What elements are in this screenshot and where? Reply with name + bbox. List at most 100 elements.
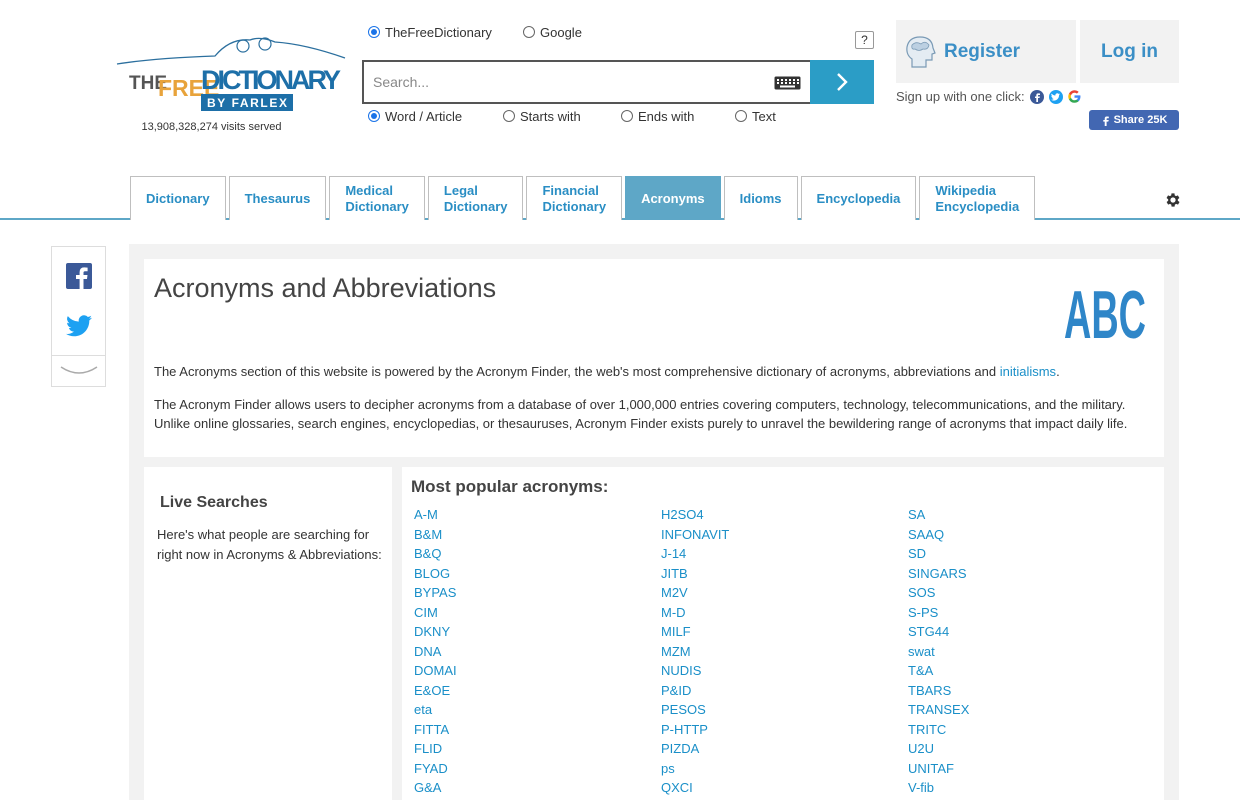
search-box: [362, 60, 812, 104]
acronym-link[interactable]: SAAQ: [908, 525, 969, 545]
tab-acronyms[interactable]: Acronyms: [625, 176, 721, 220]
acronym-link[interactable]: eta: [414, 700, 457, 720]
acronym-link[interactable]: E&OE: [414, 681, 457, 701]
acronym-column-2: H2SO4 INFONAVIT J-14 JITB M2V M-D MILF MZM NUDIS…: [661, 505, 729, 798]
tab-label: Medical Dictionary: [345, 183, 409, 215]
acronym-link[interactable]: NUDIS: [661, 661, 729, 681]
acronym-link[interactable]: FITTA: [414, 720, 457, 740]
initialisms-link[interactable]: initialisms: [1000, 364, 1056, 379]
acronym-link[interactable]: M2V: [661, 583, 729, 603]
acronym-link[interactable]: TRANSEX: [908, 700, 969, 720]
tab-encyclopedia[interactable]: Encyclopedia: [800, 176, 917, 220]
acronym-link[interactable]: M-D: [661, 603, 729, 623]
tab-label: Acronyms: [641, 190, 705, 206]
brain-head-icon: [906, 35, 936, 68]
acronym-link[interactable]: DNA: [414, 642, 457, 662]
chevron-right-icon: [837, 73, 848, 91]
facebook-share-icon[interactable]: [66, 263, 92, 289]
search-input[interactable]: [364, 62, 754, 102]
help-button[interactable]: ?: [855, 31, 874, 49]
acronym-link[interactable]: JITB: [661, 564, 729, 584]
acronym-link[interactable]: swat: [908, 642, 969, 662]
acronym-link[interactable]: B&M: [414, 525, 457, 545]
acronym-link[interactable]: U2U: [908, 739, 969, 759]
acronym-link[interactable]: STG44: [908, 622, 969, 642]
tab-legal-dictionary[interactable]: Legal Dictionary: [427, 176, 524, 220]
acronym-link[interactable]: FYAD: [414, 759, 457, 779]
twitter-icon[interactable]: [1048, 89, 1063, 104]
site-logo[interactable]: THE FREE DICTIONARY BY FARLEX: [115, 36, 347, 116]
acronym-link[interactable]: INFONAVIT: [661, 525, 729, 545]
acronym-link[interactable]: DOMAI: [414, 661, 457, 681]
acronym-link[interactable]: SINGARS: [908, 564, 969, 584]
tab-idioms[interactable]: Idioms: [723, 176, 798, 220]
acronym-link[interactable]: FLID: [414, 739, 457, 759]
svg-text:BY FARLEX: BY FARLEX: [207, 96, 287, 110]
more-share-button[interactable]: [52, 355, 105, 386]
acronym-link[interactable]: A-M: [414, 505, 457, 525]
acronym-link[interactable]: BLOG: [414, 564, 457, 584]
acronym-link[interactable]: G&A: [414, 778, 457, 798]
mode-starts-with-radio[interactable]: Starts with: [503, 109, 581, 124]
acronym-link[interactable]: P&ID: [661, 681, 729, 701]
source-google-radio[interactable]: Google: [523, 25, 582, 40]
acronym-link[interactable]: H2SO4: [661, 505, 729, 525]
live-searches-panel: Live Searches Here's what people are sea…: [144, 467, 392, 807]
acronym-link[interactable]: J-14: [661, 544, 729, 564]
tab-wikipedia-encyclopedia[interactable]: Wikipedia Encyclopedia: [919, 176, 1036, 220]
acronym-link[interactable]: PIZDA: [661, 739, 729, 759]
mode-text-radio[interactable]: Text: [735, 109, 776, 124]
acronym-link[interactable]: V-fib: [908, 778, 969, 798]
radio-indicator[interactable]: [368, 26, 380, 38]
popular-acronyms-panel: Most popular acronyms: A-M B&M B&Q BLOG BYPA…: [402, 467, 1164, 807]
mode-ends-with-radio[interactable]: Ends with: [621, 109, 694, 124]
radio-indicator[interactable]: [523, 26, 535, 38]
facebook-share-button[interactable]: Share 25K: [1089, 110, 1179, 130]
mode-label: Text: [752, 108, 776, 124]
acronym-link[interactable]: QXCI: [661, 778, 729, 798]
radio-indicator[interactable]: [368, 110, 380, 122]
tab-financial-dictionary[interactable]: Financial Dictionary: [526, 176, 623, 220]
acronym-link[interactable]: PESOS: [661, 700, 729, 720]
tab-label: Thesaurus: [244, 190, 311, 206]
acronym-link[interactable]: ps: [661, 759, 729, 779]
gear-icon[interactable]: [1164, 191, 1182, 209]
mode-word-article-radio[interactable]: Word / Article: [368, 109, 462, 124]
google-icon[interactable]: [1067, 89, 1082, 104]
acronym-link[interactable]: SD: [908, 544, 969, 564]
radio-indicator[interactable]: [621, 110, 633, 122]
radio-indicator[interactable]: [503, 110, 515, 122]
tab-medical-dictionary[interactable]: Medical Dictionary: [329, 176, 425, 220]
acronym-link[interactable]: S-PS: [908, 603, 969, 623]
tab-label: Financial Dictionary: [542, 183, 606, 215]
acronym-link[interactable]: TBARS: [908, 681, 969, 701]
share-label: Share 25K: [1113, 114, 1168, 126]
twitter-share-icon[interactable]: [66, 315, 92, 337]
acronym-link[interactable]: SOS: [908, 583, 969, 603]
tab-label-line1: Financial: [542, 182, 599, 198]
tab-dictionary[interactable]: Dictionary: [130, 176, 226, 220]
acronym-link[interactable]: BYPAS: [414, 583, 457, 603]
search-button[interactable]: [810, 60, 874, 104]
dictionary-tabs: Dictionary Thesaurus Medical Dictionary L…: [130, 176, 1038, 220]
acronym-link[interactable]: P-HTTP: [661, 720, 729, 740]
facebook-icon[interactable]: [1029, 89, 1044, 104]
source-thefreedictionary-radio[interactable]: TheFreeDictionary: [368, 25, 492, 40]
acronym-link[interactable]: MILF: [661, 622, 729, 642]
tab-label: Idioms: [739, 190, 782, 206]
acronym-link[interactable]: MZM: [661, 642, 729, 662]
login-button[interactable]: Log in: [1080, 20, 1179, 83]
acronym-link[interactable]: T&A: [908, 661, 969, 681]
acronym-link[interactable]: UNITAF: [908, 759, 969, 779]
acronym-link[interactable]: B&Q: [414, 544, 457, 564]
register-button[interactable]: Register: [896, 20, 1076, 83]
share-sidebar: [51, 246, 106, 387]
register-label: Register: [944, 40, 1021, 62]
acronym-link[interactable]: TRITC: [908, 720, 969, 740]
tab-thesaurus[interactable]: Thesaurus: [228, 176, 327, 220]
acronym-link[interactable]: DKNY: [414, 622, 457, 642]
radio-indicator[interactable]: [735, 110, 747, 122]
acronym-link[interactable]: CIM: [414, 603, 457, 623]
keyboard-icon[interactable]: [774, 76, 801, 90]
acronym-link[interactable]: SA: [908, 505, 969, 525]
